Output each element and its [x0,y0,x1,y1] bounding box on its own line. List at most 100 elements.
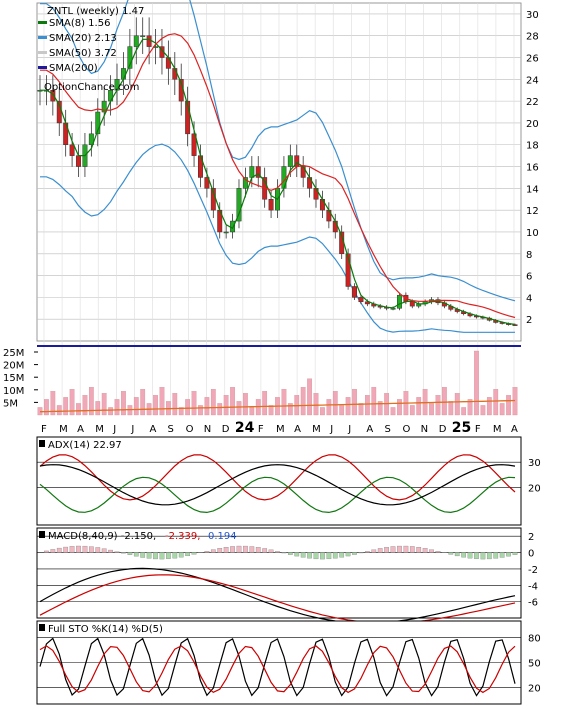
panel-tick-label: 20 [528,683,541,694]
panel-tick-label: 50 [528,659,541,670]
volume-bar [250,407,254,415]
macd-panel: 20-2-4-6 MACD(8,40,9) -2.150, -2.339, 0.… [37,528,538,623]
x-axis-label: A [294,424,301,435]
volume-bar [218,403,222,415]
macd-histogram-bar [108,550,112,552]
x-axis-label: D [222,424,230,435]
macd-histogram-bar [63,547,67,553]
x-axis-label: F [475,424,481,435]
volume-bar [397,399,401,415]
candle-body [121,68,125,79]
candle-body [173,68,177,79]
volume-bar [436,395,440,415]
x-axis-label: N [421,424,428,435]
macd-histogram-bar [314,553,318,559]
candle-body [70,145,74,156]
macd-histogram-bar [378,548,382,552]
volume-bar [333,391,337,415]
volume-bar [134,397,138,415]
candle-body [134,36,138,47]
volume-bar [173,393,177,415]
volume-bar [481,405,485,415]
candle-body [288,156,292,167]
volume-bar [327,399,331,415]
macd-histogram-bar [333,553,337,559]
price-tick-label: 26 [526,54,539,65]
panel-tick-label: -2 [528,565,538,576]
macd-histogram-bar [468,553,472,559]
volume-bar [262,391,266,415]
volume-bar [455,393,459,415]
legend-label: SMA(50) 3.72 [49,48,117,59]
volume-bar [102,393,106,415]
legend-swatch [38,21,47,24]
price-tick-label: 10 [526,228,539,239]
macd-histogram-bar [481,553,485,560]
macd-histogram-bar [416,547,420,552]
macd-histogram-bar [404,546,408,553]
macd-histogram-bar [455,553,459,556]
macd-histogram-bar [513,553,517,555]
volume-bar [160,387,164,415]
price-tick-label: 22 [526,97,539,108]
macd-histogram-bar [70,546,74,552]
legend-label: SMA(8) 1.56 [49,18,110,29]
x-axis-label: M [312,424,321,435]
candle-body [269,199,273,210]
macd-histogram-bar [429,550,433,553]
macd-histogram-bar [211,550,215,553]
macd-histogram-bar [320,553,324,560]
macd-histogram-bar [352,553,356,555]
x-axis: FMAMJJASOND24FMAMJJASOND25FMA [41,420,518,436]
volume-bar [359,403,363,415]
volume-bar [63,397,67,415]
macd-histogram-bar [487,553,491,559]
macd-histogram-bar [269,550,273,553]
x-axis-label: O [186,424,194,435]
x-axis-label: A [366,424,373,435]
x-axis-label: F [41,424,47,435]
x-axis-label: M [95,424,104,435]
candle-body [352,286,356,297]
macd-histogram-bar [262,548,266,552]
volume-bar [410,405,414,415]
macd-histogram-bar [57,548,61,552]
stock-chart: 24681012141618202224262830 ZNTL (weekly)… [0,0,566,706]
volume-bar [83,395,87,415]
volume-bar [121,391,125,415]
volume-tick-label: 25M [3,348,24,359]
volume-bar [301,387,305,415]
macd-histogram-bar [230,546,234,552]
price-tick-label: 8 [526,250,532,261]
x-axis-label: 25 [452,420,471,436]
macd-histogram-bar [179,553,183,558]
macd-histogram-bar [365,551,369,552]
volume-bar [96,401,100,415]
macd-histogram-bar [44,551,48,553]
macd-histogram-bar [391,546,395,552]
macd-histogram-bar [384,547,388,552]
legend-swatch [38,36,47,39]
macd-indicator-icon [39,531,45,538]
macd-histogram-bar [250,547,254,553]
candle-body [333,221,337,232]
macd-histogram-bar [307,553,311,559]
price-tick-label: 6 [526,272,532,283]
volume-bar [500,403,504,415]
macd-histogram-bar [243,546,247,552]
candle-body [224,232,228,233]
chart-title: ZNTL (weekly) 1.47 [47,6,144,17]
x-axis-label: A [77,424,84,435]
panel-tick-label: 80 [528,634,541,645]
macd-signal-label: -2.339, [165,531,200,542]
volume-bar [198,405,202,415]
candle-body [397,295,401,308]
watermark: OptionChance.com [44,82,139,93]
volume-bar [282,389,286,415]
sto-indicator-icon [39,624,45,631]
candle-body [140,36,144,37]
volume-bar [339,405,343,415]
volume-bar [192,391,196,415]
macd-histogram-bar [449,553,453,555]
candle-body [359,297,363,301]
